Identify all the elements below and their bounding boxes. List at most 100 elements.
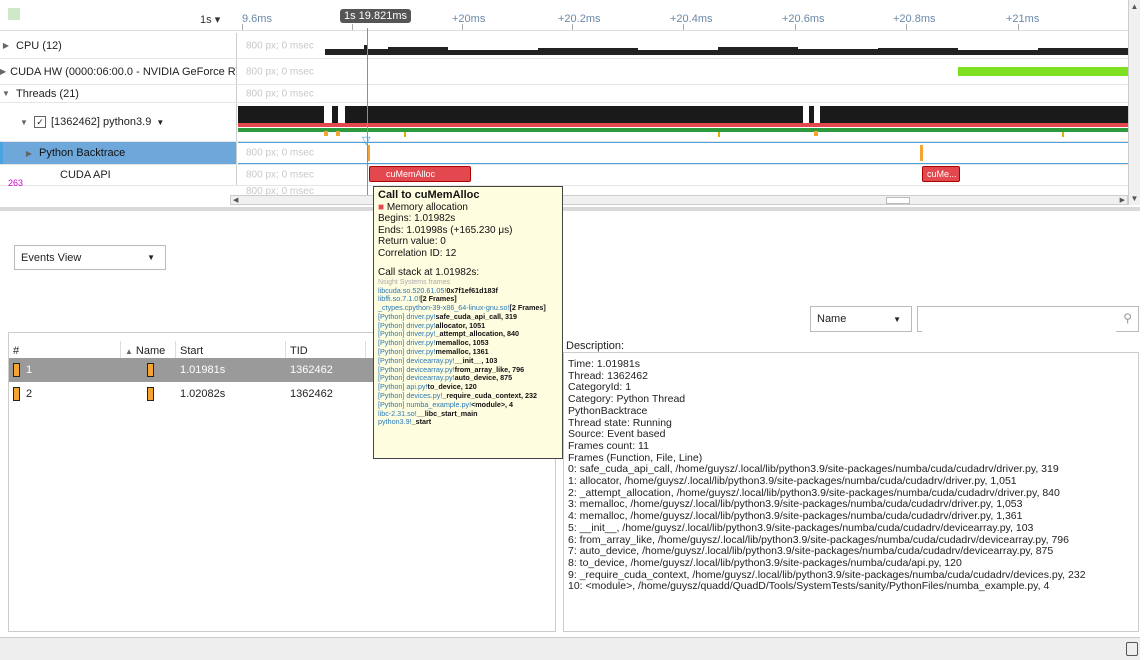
timeline-vscrollbar[interactable]: ▲ ▼	[1128, 0, 1140, 205]
cell-text: 2	[26, 388, 33, 400]
description-line: Source: Event based	[568, 428, 666, 441]
col-label: Start	[180, 345, 204, 357]
tick-label: 9.6ms	[242, 13, 272, 25]
frame-function: [2 Frames]	[509, 303, 546, 313]
splitter[interactable]	[0, 207, 1140, 211]
tick-label: +20.6ms	[782, 13, 825, 25]
frame-function: __libc_start_main	[416, 408, 478, 418]
timeline-ruler[interactable]: 1s ▾ 9.6ms +20ms +20.2ms +20.4ms +20.6ms…	[0, 0, 1128, 31]
row-cpu[interactable]: ▶ CPU (12) 800 px; 0 msec	[0, 33, 1128, 59]
event-tooltip: Call to cuMemAlloc ■ Memory allocation B…	[373, 186, 563, 459]
scroll-up-icon[interactable]: ▲	[1130, 2, 1139, 11]
frame-function: to_device, 120	[427, 382, 477, 392]
event-color-swatch	[147, 363, 154, 377]
row-label-thread-python: ▼ ✓ [1362462] python3.9 ▼	[0, 103, 237, 141]
search-icon[interactable]: ⚲	[1123, 311, 1132, 325]
cell-tid: 1362462	[286, 382, 366, 406]
cell-start: 1.01981s	[176, 358, 286, 382]
cumemalloc-label: cuMemAlloc	[386, 169, 436, 179]
cell-text: 1	[26, 364, 33, 376]
row-cuda-hw[interactable]: ▶ CUDA HW (0000:06:00.0 - NVIDIA GeForce…	[0, 59, 1128, 85]
cell-tid: 1362462	[286, 358, 366, 382]
sample-tick	[718, 132, 720, 137]
description-header: Description:	[566, 340, 625, 352]
timeline-hscrollbar[interactable]: ◀ ▶	[230, 195, 1128, 205]
event-color-swatch	[13, 387, 20, 401]
description-line: Frames count: 11	[568, 439, 649, 452]
bullet-icon: ■	[378, 201, 385, 213]
search-box[interactable]: ⚲	[917, 306, 1139, 332]
tick-label: +20ms	[452, 13, 486, 25]
status-bar	[0, 637, 1140, 660]
sample-tick	[814, 131, 818, 136]
tooltip-category-row: ■ Memory allocation	[378, 202, 558, 214]
zoom-select[interactable]: 1s ▾	[200, 13, 220, 26]
tooltip-callstack-header: Call stack at 1.01982s:	[378, 267, 480, 278]
col-label: TID	[290, 345, 308, 357]
chevron-down-icon[interactable]: ▼	[156, 118, 164, 127]
events-view-label: Events View	[21, 251, 82, 264]
cuda-api-track[interactable]: 800 px; 0 msec cuMemAlloc cuMe...	[238, 165, 1128, 185]
frame-module: libcuda.so.520.61.05!	[378, 285, 447, 295]
zoom-label: 1s	[200, 14, 212, 26]
chevron-right-icon[interactable]: ▶	[0, 41, 12, 50]
cumemalloc-event[interactable]: cuMemAlloc	[369, 166, 471, 182]
description-line: 10: <module>, /home/guysz/quadd/QuadD/To…	[568, 580, 1050, 593]
frame-module: libffi.so.7.1.0!	[378, 294, 421, 304]
scroll-down-icon[interactable]: ▼	[1130, 194, 1139, 203]
row-count-label: 263	[8, 178, 24, 188]
chevron-right-icon[interactable]: ▶	[0, 67, 6, 76]
cumemalloc-event[interactable]: cuMe...	[922, 166, 960, 182]
frame-module: [Python] devicearray.py!	[378, 355, 455, 365]
time-cursor-line[interactable]	[367, 28, 368, 198]
search-field-select[interactable]: Name ▼	[810, 306, 912, 332]
frame-function: [2 Frames]	[420, 294, 457, 304]
cell-name	[121, 358, 176, 382]
chevron-down-icon[interactable]: ▼	[0, 89, 12, 98]
thread-track[interactable]	[238, 103, 1128, 141]
frame-function: safe_cuda_api_call, 319	[435, 311, 518, 321]
tooltip-ends: Ends: 1.01998s (+165.230 μs)	[378, 224, 513, 236]
cpu-track[interactable]: 800 px; 0 msec	[238, 33, 1128, 58]
frame-function: 0x7f1ef61d183f	[446, 285, 498, 295]
resize-handle-icon[interactable]	[1126, 642, 1138, 656]
search-input[interactable]	[922, 308, 1116, 332]
row-python-backtrace[interactable]: ▶ Python Backtrace 800 px; 0 msec	[0, 142, 1128, 165]
corner-swatch	[8, 8, 20, 20]
col-label: #	[13, 345, 20, 357]
ghost-text: 800 px; 0 msec	[246, 147, 314, 159]
row-cuda-api[interactable]: CUDA API 800 px; 0 msec cuMemAlloc cuMe.…	[0, 165, 1128, 186]
description-line: Time: 1.01981s	[568, 358, 640, 370]
backtrace-track[interactable]: 800 px; 0 msec	[238, 142, 1128, 164]
backtrace-sample[interactable]	[920, 145, 923, 161]
thread-checkbox[interactable]: ✓	[34, 116, 46, 128]
hscroll-thumb[interactable]	[886, 197, 910, 204]
cell-num: 2	[9, 382, 121, 406]
chevron-right-icon[interactable]: ▶	[23, 149, 35, 158]
frame-module: [Python] numba_example.py!	[378, 399, 472, 409]
sample-tick	[1062, 132, 1064, 137]
frame-function: from_array_like, 796	[454, 364, 525, 374]
event-color-swatch	[13, 363, 20, 377]
events-view-select[interactable]: Events View ▼	[14, 245, 166, 270]
ghost-text: 800 px; 0 msec	[246, 88, 314, 99]
frame-function: memalloc, 1361	[435, 347, 489, 357]
search-field-label: Name	[817, 313, 847, 325]
cell-num: 1	[9, 358, 121, 382]
scroll-right-icon[interactable]: ▶	[1120, 196, 1125, 204]
chevron-down-icon[interactable]: ▼	[18, 118, 30, 127]
row-label-cuda-api: CUDA API	[0, 165, 237, 185]
scroll-left-icon[interactable]: ◀	[233, 196, 238, 204]
row-threads[interactable]: ▼ Threads (21) 800 px; 0 msec	[0, 85, 1128, 103]
threads-track[interactable]: 800 px; 0 msec	[238, 85, 1128, 102]
row-thread-python[interactable]: ▼ ✓ [1362462] python3.9 ▼	[0, 103, 1128, 142]
description-panel[interactable]: Time: 1.01981s Thread: 1362462 CategoryId:…	[563, 352, 1139, 632]
chevron-down-icon: ▼	[893, 314, 901, 324]
description-line: 5: __init__, /home/guysz/.local/lib/pyth…	[568, 521, 1034, 534]
gpu-activity-bar[interactable]	[958, 67, 1128, 76]
tick-label: +21ms	[1006, 13, 1040, 25]
frame-function: allocator, 1051	[435, 320, 486, 330]
sample-tick	[324, 131, 328, 136]
cuda-hw-track[interactable]: 800 px; 0 msec	[238, 59, 1128, 84]
cell-name	[121, 382, 176, 406]
